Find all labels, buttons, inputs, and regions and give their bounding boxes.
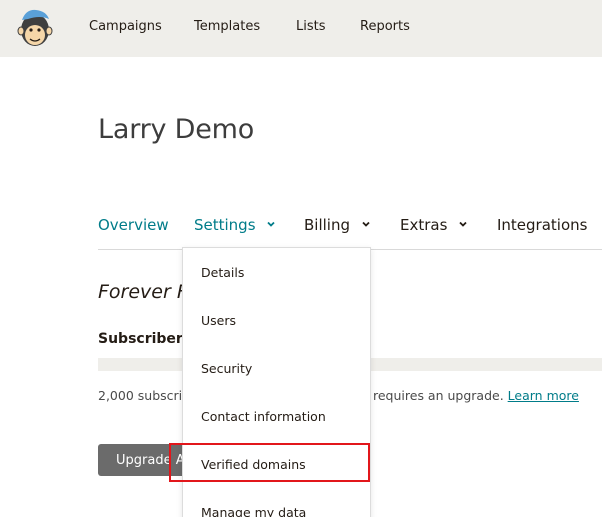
tab-integrations-label: Integrations [497, 216, 588, 234]
menu-item-security[interactable]: Security [201, 361, 252, 376]
tab-settings-label: Settings [194, 216, 256, 234]
tab-overview[interactable]: Overview [98, 216, 169, 234]
subscribers-label: Subscribers [98, 331, 192, 347]
upgrade-notice-label: requires an upgrade. [373, 388, 504, 403]
top-navigation-bar: Campaigns Templates Lists Reports [0, 0, 602, 57]
page-title: Larry Demo [98, 114, 255, 145]
tab-billing-label: Billing [304, 216, 350, 234]
tab-overview-label: Overview [98, 216, 169, 234]
menu-item-details[interactable]: Details [201, 265, 244, 280]
learn-more-link[interactable]: Learn more [508, 388, 579, 403]
highlight-box [169, 443, 370, 482]
chevron-down-icon [459, 221, 467, 227]
menu-item-contact-information[interactable]: Contact information [201, 409, 326, 424]
upgrade-notice-text: requires an upgrade. Learn more [373, 388, 579, 403]
nav-lists[interactable]: Lists [296, 19, 326, 34]
plan-limit-text: 2,000 subscrib [98, 388, 191, 403]
tab-integrations[interactable]: Integrations [497, 216, 587, 234]
menu-item-manage-my-data[interactable]: Manage my data [201, 505, 306, 517]
tab-settings[interactable]: Settings [194, 216, 276, 234]
chevron-down-icon [267, 221, 275, 227]
menu-item-users[interactable]: Users [201, 313, 236, 328]
plan-title: Forever F [98, 281, 188, 303]
tab-billing[interactable]: Billing [304, 216, 371, 234]
tab-extras-label: Extras [400, 216, 448, 234]
nav-templates[interactable]: Templates [194, 19, 260, 34]
nav-campaigns[interactable]: Campaigns [89, 19, 162, 34]
chevron-down-icon [362, 221, 370, 227]
tab-extras[interactable]: Extras [400, 216, 468, 234]
nav-reports[interactable]: Reports [360, 19, 410, 34]
mailchimp-logo-icon[interactable] [16, 6, 54, 50]
